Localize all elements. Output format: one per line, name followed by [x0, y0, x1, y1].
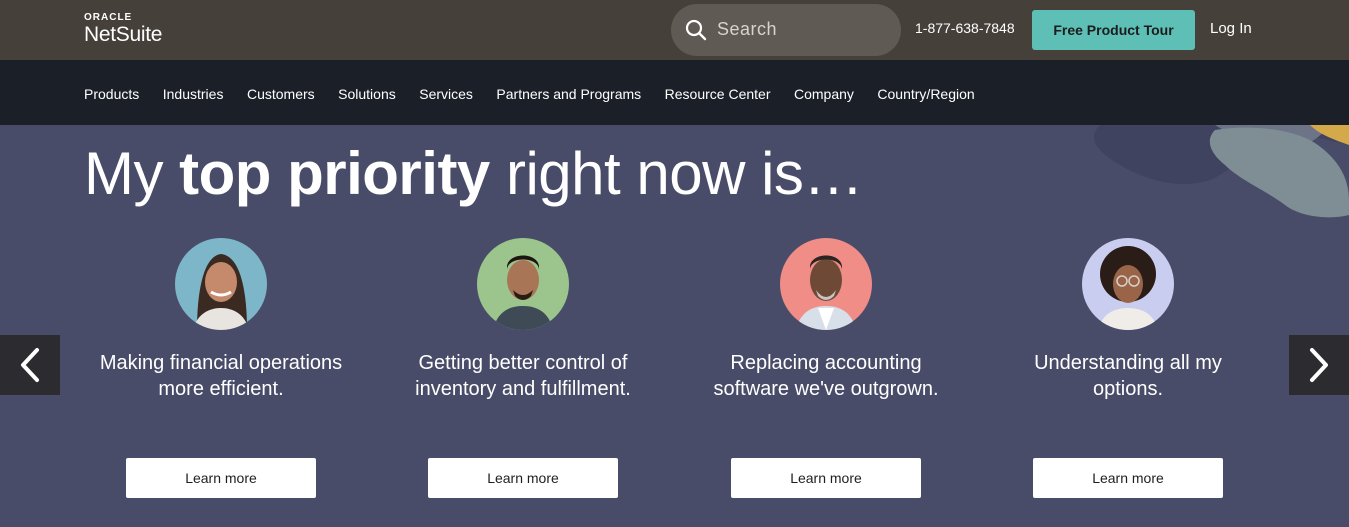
logo-oracle-text: ORACLE — [84, 12, 133, 23]
nav-item-solutions[interactable]: Solutions — [338, 86, 396, 102]
nav-item-partners[interactable]: Partners and Programs — [496, 86, 641, 102]
card-text: Getting better control of inventory and … — [415, 352, 631, 400]
person-illustration — [796, 255, 856, 330]
person-illustration — [1098, 246, 1158, 330]
avatar — [1082, 238, 1174, 330]
top-bar: ORACLE NetSuite Search 1-877-638-7848 Fr… — [0, 0, 1349, 60]
netsuite-logo[interactable]: ORACLE NetSuite — [84, 12, 162, 47]
nav-item-resource-center[interactable]: Resource Center — [665, 86, 771, 102]
learn-more-button-financial[interactable]: Learn more — [126, 458, 316, 498]
nav-item-company[interactable]: Company — [794, 86, 854, 102]
headline-bold: top priority — [179, 140, 490, 207]
person-illustration — [193, 254, 249, 330]
chevron-right-icon — [1310, 348, 1328, 382]
learn-more-button-options[interactable]: Learn more — [1033, 458, 1223, 498]
nav-item-products[interactable]: Products — [84, 86, 139, 102]
priority-card-financial: Making financial operations more efficie… — [91, 238, 351, 430]
logo-netsuite-text: NetSuite — [84, 23, 163, 46]
search-icon — [685, 19, 707, 41]
avatar — [780, 238, 872, 330]
card-text: Making financial operations more efficie… — [99, 352, 343, 400]
nav-item-customers[interactable]: Customers — [247, 86, 315, 102]
priority-card-accounting: Replacing accounting software we've outg… — [696, 238, 956, 430]
search-input[interactable]: Search — [671, 4, 901, 56]
phone-number[interactable]: 1-877-638-7848 — [915, 20, 1015, 36]
chevron-left-icon — [21, 348, 39, 382]
carousel-next-button[interactable] — [1289, 335, 1349, 395]
avatar — [477, 238, 569, 330]
learn-more-button-inventory[interactable]: Learn more — [428, 458, 618, 498]
login-link[interactable]: Log In — [1210, 20, 1252, 37]
hero-carousel: My top priority right now is… Making fin… — [0, 125, 1349, 527]
nav-list: Products Industries Customers Solutions … — [84, 86, 998, 102]
person-illustration — [493, 255, 553, 330]
search-placeholder: Search — [717, 19, 778, 39]
avatar — [175, 238, 267, 330]
card-text: Replacing accounting software we've outg… — [713, 352, 939, 400]
learn-more-button-accounting[interactable]: Learn more — [731, 458, 921, 498]
priority-card-options: Understanding all my options. — [998, 238, 1258, 430]
nav-item-industries[interactable]: Industries — [163, 86, 224, 102]
main-nav: Products Industries Customers Solutions … — [0, 60, 1349, 125]
headline-pre: My — [84, 140, 180, 207]
carousel-prev-button[interactable] — [0, 335, 60, 395]
headline-post: right now is… — [489, 140, 863, 207]
nav-item-services[interactable]: Services — [419, 86, 473, 102]
priority-card-inventory: Getting better control of inventory and … — [393, 238, 653, 430]
nav-item-country-region[interactable]: Country/Region — [877, 86, 974, 102]
free-product-tour-button[interactable]: Free Product Tour — [1032, 10, 1195, 50]
card-text: Understanding all my options. — [1034, 352, 1222, 400]
hero-headline: My top priority right now is… — [84, 139, 863, 208]
decorative-shapes — [1093, 125, 1349, 218]
